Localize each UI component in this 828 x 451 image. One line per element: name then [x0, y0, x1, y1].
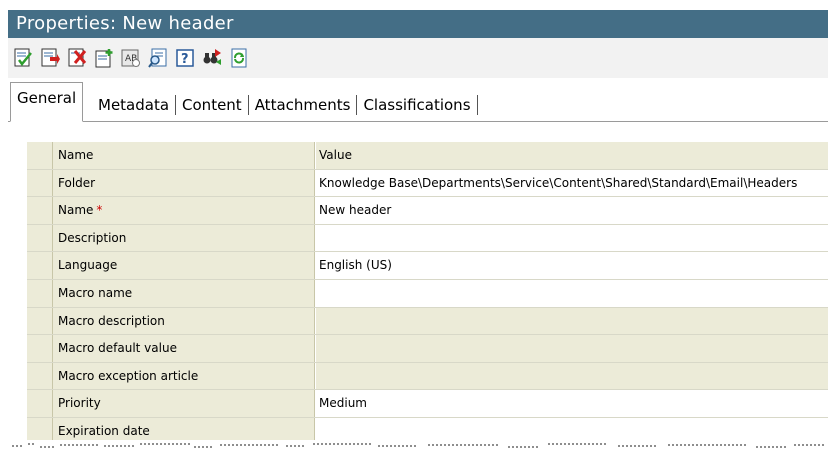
priority-field[interactable]: Medium [316, 390, 828, 417]
macro-exception-article-field [316, 362, 828, 390]
tab-divider [476, 95, 478, 115]
tab-metadata[interactable]: Metadata [92, 93, 175, 117]
property-label: Name * [53, 197, 315, 224]
preview-button[interactable] [147, 47, 169, 69]
property-label: Folder [53, 169, 315, 197]
property-row-language: Language English (US) [27, 252, 828, 280]
row-gutter [27, 252, 53, 279]
window-title: Properties: New header [8, 10, 828, 38]
folder-field[interactable]: Knowledge Base\Departments\Service\Conte… [316, 169, 828, 197]
row-gutter [27, 142, 53, 169]
tab-strip: General Metadata Content Attachments Cla… [8, 78, 828, 122]
row-gutter [27, 224, 53, 252]
description-field[interactable] [316, 224, 828, 252]
property-label: Priority [53, 390, 315, 417]
tab-general[interactable]: General [10, 82, 84, 122]
row-gutter [27, 197, 53, 224]
column-header-name: Name [53, 142, 315, 169]
row-gutter [27, 279, 53, 307]
refresh-icon [231, 48, 247, 68]
property-label: Macro description [53, 307, 315, 335]
macro-default-value-field [316, 335, 828, 362]
row-gutter [27, 362, 53, 390]
save-close-icon [14, 48, 32, 67]
macro-name-field[interactable] [316, 279, 828, 307]
grid-header-row: Name Value [27, 142, 828, 170]
property-grid: Name Value Folder Knowledge Base\Departm… [27, 142, 828, 446]
save-icon [41, 48, 60, 67]
new-item-button[interactable] [93, 47, 115, 69]
svg-text:?: ? [181, 52, 189, 67]
property-row-macro-description: Macro description [27, 307, 828, 336]
property-label: Language [53, 252, 315, 279]
property-row-macro-exception-article: Macro exception article [27, 362, 828, 391]
property-label: Macro default value [53, 335, 315, 362]
spellcheck-icon: AB [121, 49, 140, 67]
property-label: Description [53, 224, 315, 252]
row-gutter [27, 335, 53, 362]
row-gutter [27, 390, 53, 417]
property-row-priority: Priority Medium [27, 390, 828, 418]
new-item-icon [95, 49, 113, 68]
save-close-button[interactable] [12, 47, 34, 69]
tab-classifications[interactable]: Classifications [357, 93, 476, 117]
delete-icon [68, 48, 87, 67]
help-button[interactable]: ? [174, 47, 196, 69]
column-header-value: Value [316, 142, 828, 169]
tab-content[interactable]: Content [176, 93, 248, 117]
name-field[interactable]: New header [316, 197, 828, 224]
property-row-macro-name: Macro name [27, 279, 828, 308]
general-tab-panel: Name Value Folder Knowledge Base\Departm… [8, 122, 828, 451]
required-marker: * [96, 203, 103, 218]
find-replace-icon [203, 49, 221, 65]
properties-window: Properties: New header AB ? General Meta… [8, 0, 828, 451]
save-button[interactable] [39, 47, 61, 69]
property-label: Macro exception article [53, 362, 315, 390]
find-replace-button[interactable] [201, 47, 223, 69]
row-gutter [27, 169, 53, 197]
macro-description-field [316, 307, 828, 335]
row-gutter [27, 307, 53, 335]
spellcheck-button[interactable]: AB [120, 47, 142, 69]
refresh-button[interactable] [228, 47, 250, 69]
tab-attachments[interactable]: Attachments [249, 93, 357, 117]
help-icon: ? [176, 49, 194, 67]
property-label-text: Name [58, 203, 94, 218]
property-row-name: Name * New header [27, 197, 828, 225]
preview-icon [148, 48, 167, 68]
property-row-macro-default-value: Macro default value [27, 335, 828, 363]
render-artifact-strip [8, 440, 828, 451]
property-label: Macro name [53, 279, 315, 307]
toolbar: AB ? [8, 38, 828, 78]
property-row-folder: Folder Knowledge Base\Departments\Servic… [27, 169, 828, 198]
delete-button[interactable] [66, 47, 88, 69]
language-field[interactable]: English (US) [316, 252, 828, 279]
property-row-description: Description [27, 224, 828, 253]
